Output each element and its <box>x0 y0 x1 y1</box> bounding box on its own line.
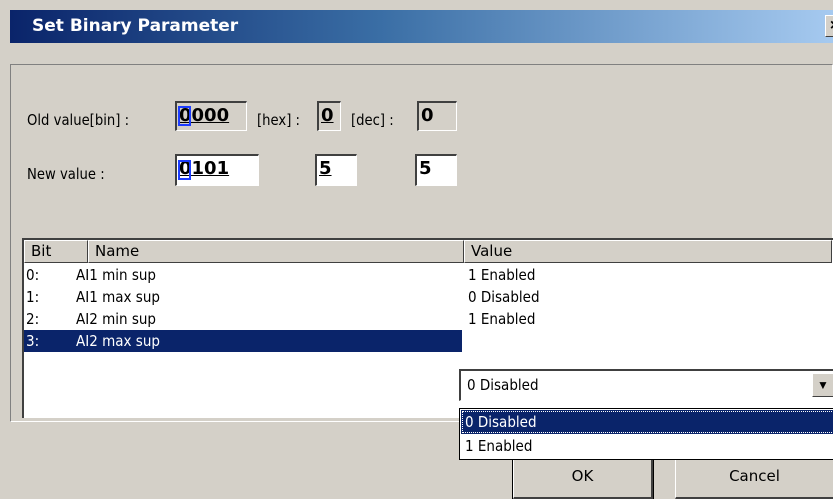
row-bit: 2: <box>26 310 40 328</box>
title-bar: Set Binary Parameter × <box>10 10 833 43</box>
list-item-selected[interactable]: 3: AI2 max sup <box>24 330 462 352</box>
dropdown-list[interactable]: 0 Disabled 1 Enabled <box>459 408 833 460</box>
header-value[interactable]: Value <box>464 240 832 263</box>
row-name: AI2 max sup <box>76 332 160 350</box>
old-hex-field: 0 <box>317 101 341 131</box>
row-bit: 3: <box>26 332 40 350</box>
dropdown-button[interactable]: ▼ <box>812 373 833 397</box>
new-hex-value: 5 <box>319 158 332 179</box>
ok-button[interactable]: OK <box>512 454 654 499</box>
old-dec-value: 0 <box>421 105 434 126</box>
combo-selected-value: 0 Disabled <box>467 376 539 394</box>
list-item[interactable]: 0: AI1 min sup 1 Enabled <box>24 264 832 286</box>
text-caret <box>178 160 191 180</box>
header-name[interactable]: Name <box>88 240 464 263</box>
old-dec-field: 0 <box>417 101 457 131</box>
row-bit: 1: <box>26 288 40 306</box>
row-bit: 0: <box>26 266 40 284</box>
close-button[interactable]: × <box>825 15 833 37</box>
row-name: AI1 max sup <box>76 288 160 306</box>
text-caret <box>178 106 191 126</box>
old-value-bin-label: Old value[bin] : <box>27 111 130 129</box>
new-dec-input[interactable]: 5 <box>415 154 457 186</box>
old-hex-value: 0 <box>321 105 334 126</box>
row-value: 1 Enabled <box>468 310 536 328</box>
row-value: 0 Disabled <box>468 288 540 306</box>
old-hex-label: [hex] : <box>257 111 301 129</box>
row-value: 1 Enabled <box>468 266 536 284</box>
dialog-body: Old value[bin] : 0000 [hex] : 0 [dec] : … <box>10 43 833 499</box>
dropdown-option[interactable]: 0 Disabled <box>461 410 833 434</box>
list-item[interactable]: 1: AI1 max sup 0 Disabled <box>24 286 832 308</box>
new-dec-value: 5 <box>419 158 432 179</box>
window-title: Set Binary Parameter <box>32 16 239 36</box>
row-name: AI1 min sup <box>76 266 157 284</box>
new-hex-input[interactable]: 5 <box>315 154 357 186</box>
row-name: AI2 min sup <box>76 310 157 328</box>
chevron-down-icon: ▼ <box>817 378 829 392</box>
dropdown-option[interactable]: 1 Enabled <box>461 434 833 458</box>
cancel-button[interactable]: Cancel <box>675 455 833 499</box>
option-label: 0 Disabled <box>465 413 537 431</box>
option-label: 1 Enabled <box>465 437 533 455</box>
value-combobox[interactable]: 0 Disabled ▼ <box>459 369 833 401</box>
header-bit[interactable]: Bit <box>24 240 88 263</box>
new-value-label: New value : <box>27 165 105 183</box>
old-dec-label: [dec] : <box>351 111 394 129</box>
list-item[interactable]: 2: AI2 min sup 1 Enabled <box>24 308 832 330</box>
